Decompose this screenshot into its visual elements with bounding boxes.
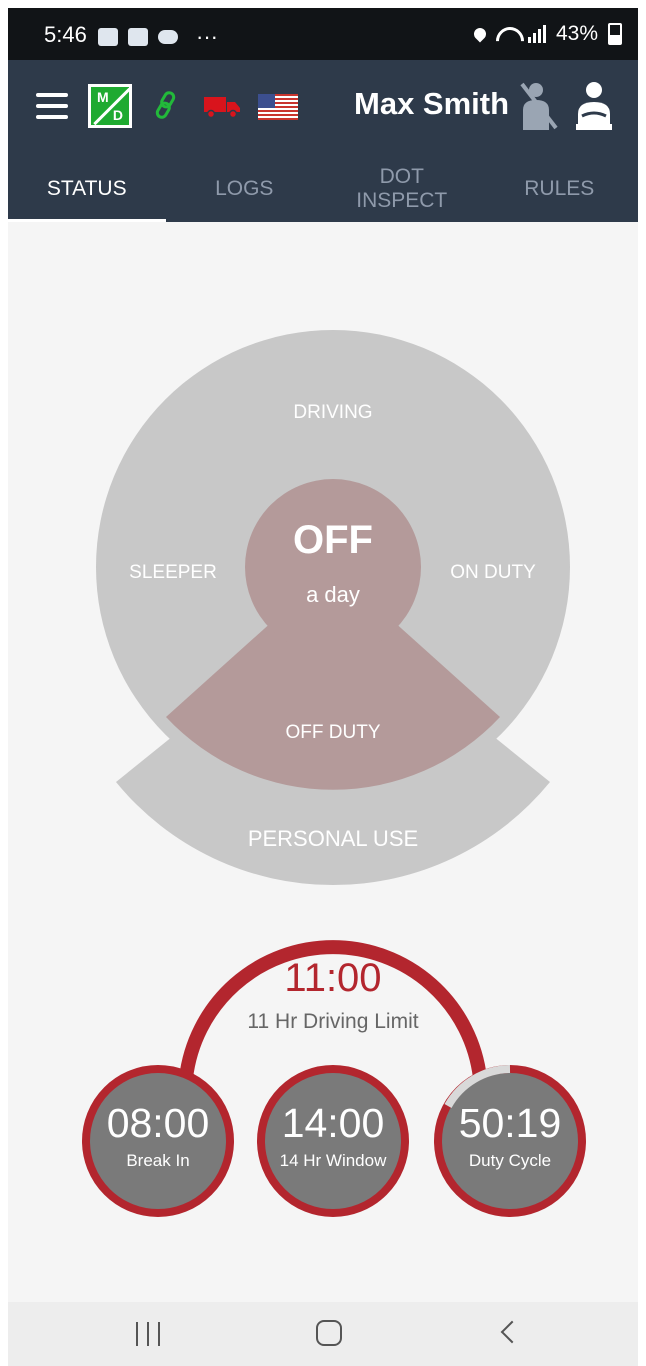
off-duty-segment-label[interactable]: OFF DUTY [263, 722, 403, 744]
back-icon[interactable] [500, 1320, 524, 1344]
current-status: OFF [293, 518, 373, 562]
battery-icon [608, 23, 622, 45]
signal-icon [527, 25, 546, 43]
co-driver-icon[interactable] [574, 80, 614, 132]
logo-m: M [97, 89, 109, 105]
driving-limit-label: 11 Hr Driving Limit [247, 1010, 419, 1033]
app-frame: 5:46 ··· 43% M D Max Smith STATUS LOGS D… [8, 8, 638, 1366]
driving-segment-label[interactable]: DRIVING [263, 402, 403, 424]
mail-icon [98, 28, 118, 46]
tab-status[interactable]: STATUS [8, 156, 166, 222]
tab-dot-inspect-line1: DOT [379, 165, 424, 188]
driving-limit-time: 11:00 [284, 956, 382, 1000]
main-tabs: STATUS LOGS DOT INSPECT RULES [8, 156, 638, 222]
break-in-label: Break In [126, 1151, 190, 1170]
center-hub [245, 479, 421, 655]
cloud-icon [158, 30, 178, 44]
menu-icon[interactable] [36, 93, 68, 119]
timers-graphic [82, 940, 586, 1217]
system-indicators: 43% [471, 22, 622, 46]
us-flag-icon[interactable] [258, 94, 298, 120]
tab-dot-inspect-line2: INSPECT [356, 189, 448, 212]
current-status-sub: a day [306, 582, 360, 607]
system-status-bar: 5:46 ··· 43% [8, 8, 638, 60]
truck-icon[interactable] [204, 94, 240, 118]
system-nav-bar [8, 1302, 638, 1366]
battery-percent: 43% [555, 22, 598, 45]
logo-d: D [112, 107, 123, 123]
seatbelt-off-icon[interactable] [520, 80, 558, 132]
duty-cycle-label: Duty Cycle [468, 1151, 552, 1170]
duty-status-wheel: DRIVING SLEEPER ON DUTY OFF DUTY PERSONA… [8, 222, 638, 902]
wifi-icon [496, 25, 518, 43]
break-in-time: 08:00 [106, 1100, 210, 1146]
personal-use-segment-label[interactable]: PERSONAL USE [208, 826, 458, 852]
home-icon[interactable] [316, 1320, 342, 1346]
sleeper-segment-label[interactable]: SLEEPER [108, 562, 238, 584]
window-time: 14:00 [281, 1100, 385, 1146]
message-icon [128, 28, 148, 46]
app-logo: M D [88, 84, 132, 128]
tab-dot-inspect[interactable]: DOT INSPECT [323, 156, 481, 222]
more-notifications: ··· [196, 24, 218, 49]
app-toolbar: M D Max Smith [8, 60, 638, 156]
recents-icon[interactable] [136, 1322, 160, 1346]
duty-cycle-readout: 50:19 Duty Cycle [435, 1100, 585, 1171]
hos-timers: 11:00 11 Hr Driving Limit 08:00 Break In… [8, 888, 638, 1248]
break-in-readout: 08:00 Break In [83, 1100, 233, 1171]
location-icon [471, 25, 489, 43]
window-readout: 14:00 14 Hr Window [258, 1100, 408, 1171]
link-icon[interactable] [154, 90, 178, 120]
driver-name[interactable]: Max Smith [354, 86, 509, 122]
on-duty-segment-label[interactable]: ON DUTY [428, 562, 558, 584]
window-label: 14 Hr Window [279, 1151, 387, 1170]
duty-cycle-time: 50:19 [458, 1100, 562, 1146]
tab-rules[interactable]: RULES [481, 156, 639, 222]
tab-logs[interactable]: LOGS [166, 156, 324, 222]
notification-icons: ··· [98, 24, 218, 50]
clock: 5:46 [44, 22, 87, 47]
